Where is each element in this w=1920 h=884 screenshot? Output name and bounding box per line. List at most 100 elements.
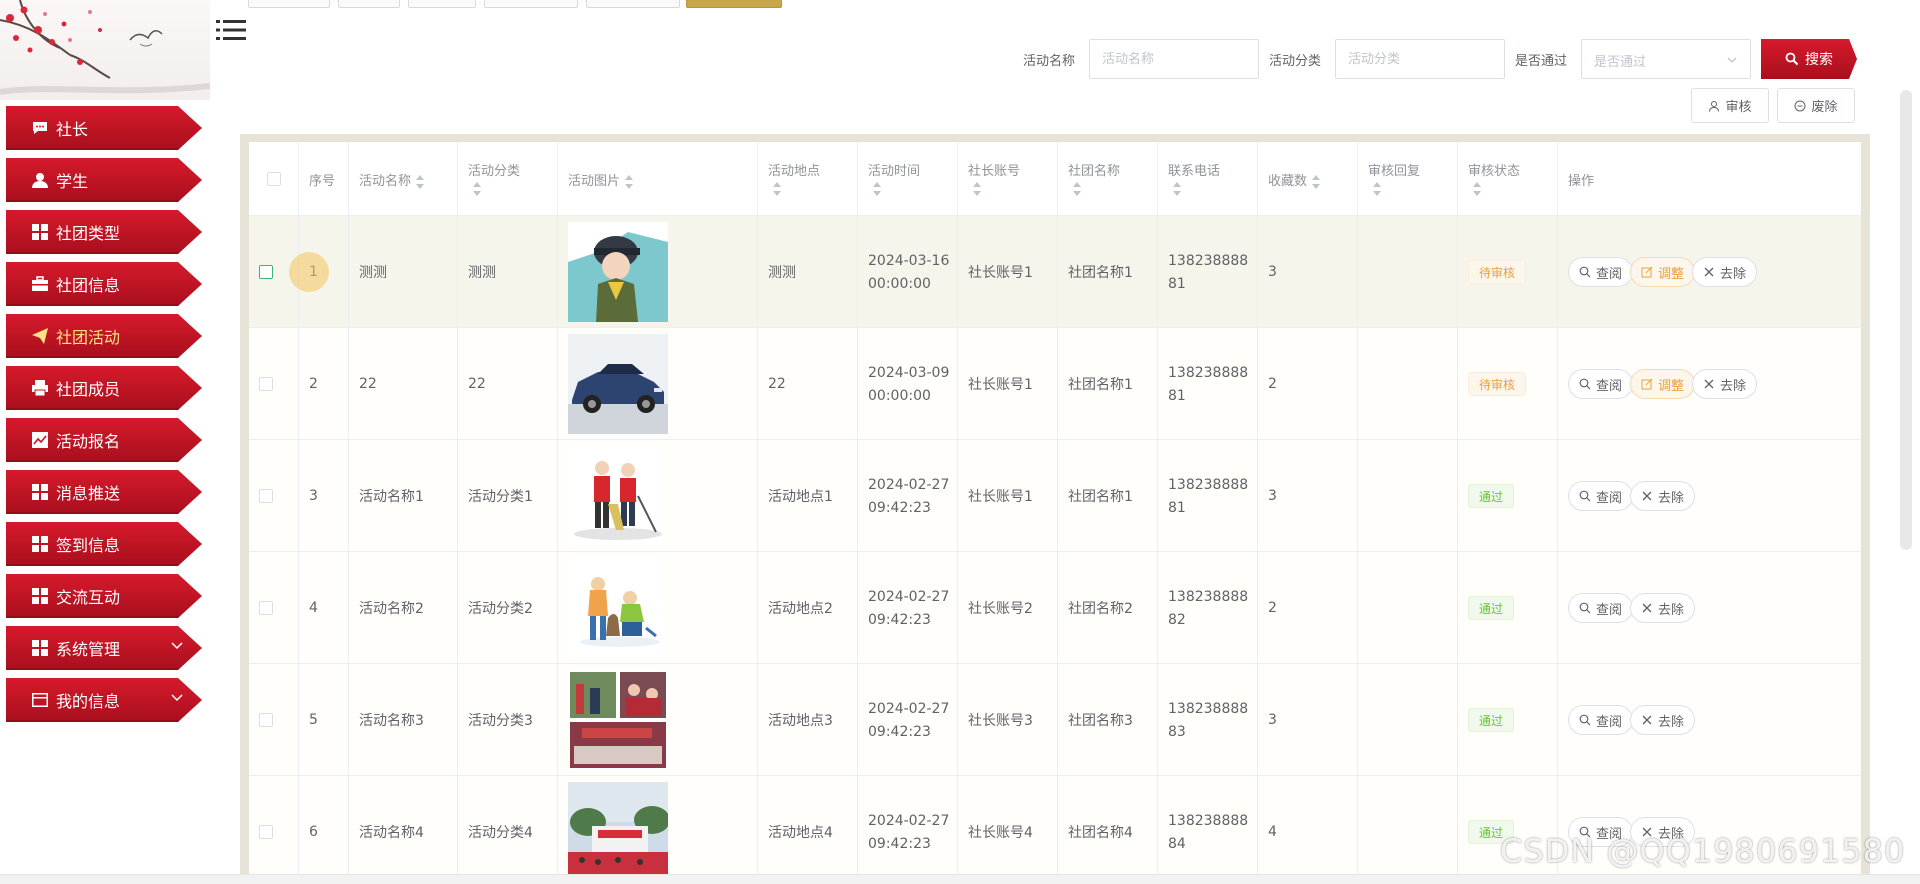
- column-header-index[interactable]: 序号: [299, 142, 349, 216]
- sidebar-item-club-info[interactable]: 社团信息: [6, 262, 202, 306]
- tags-view-tab[interactable]: [248, 0, 330, 8]
- row-phone-line1: 138238888: [1168, 813, 1249, 829]
- view-button[interactable]: 查阅: [1568, 369, 1634, 399]
- sidebar-item-club-type[interactable]: 社团类型: [6, 210, 202, 254]
- table-row[interactable]: 2 22 22 22 2024-03-09 00:00:00 社长账号1 社团名称…: [249, 328, 1861, 440]
- edit-icon: [1641, 378, 1653, 390]
- search-icon: [1579, 266, 1591, 278]
- row-checkbox[interactable]: [259, 377, 273, 391]
- review-button-label: 审核: [1725, 100, 1752, 115]
- view-button[interactable]: 查阅: [1568, 705, 1634, 735]
- search-icon: [1579, 490, 1591, 502]
- row-activity-date: 2024-02-27: [868, 701, 950, 717]
- volunteers-cleaning-image[interactable]: [568, 446, 668, 546]
- delete-button[interactable]: 去除: [1630, 705, 1696, 735]
- tags-view-tab[interactable]: [338, 0, 400, 8]
- tags-view-tab[interactable]: [586, 0, 680, 8]
- sort-icon[interactable]: [972, 182, 982, 196]
- sort-icon[interactable]: [772, 182, 782, 196]
- sidebar-item-activity-signup[interactable]: 活动报名: [6, 418, 202, 462]
- sidebar-item-label: 交流互动: [56, 588, 121, 607]
- approved-select[interactable]: 是否通过: [1581, 39, 1751, 79]
- row-phone-line1: 138238888: [1168, 701, 1249, 717]
- view-button-label: 查阅: [1596, 266, 1623, 282]
- blue-car-image[interactable]: [568, 334, 668, 434]
- edit-button[interactable]: 调整: [1630, 257, 1696, 287]
- delete-button[interactable]: 去除: [1630, 481, 1696, 511]
- column-header-review-reply[interactable]: 审核回复: [1358, 142, 1458, 216]
- row-checkbox[interactable]: [259, 825, 273, 839]
- sort-icon[interactable]: [1372, 182, 1382, 196]
- row-activity-name: 活动名称2: [359, 601, 424, 617]
- row-checkbox[interactable]: [259, 489, 273, 503]
- sort-icon[interactable]: [472, 182, 482, 196]
- column-header-activity-time[interactable]: 活动时间: [858, 142, 958, 216]
- sort-icon[interactable]: [415, 174, 425, 189]
- delete-button[interactable]: 去除: [1692, 257, 1758, 287]
- sort-icon[interactable]: [1472, 182, 1482, 196]
- delete-button-label: 去除: [1658, 714, 1685, 730]
- view-button[interactable]: 查阅: [1568, 593, 1634, 623]
- column-title: 收藏数: [1268, 174, 1308, 189]
- activity-category-label: 活动分类: [1269, 54, 1322, 69]
- sidebar-item-message-push[interactable]: 消息推送: [6, 470, 202, 514]
- view-button-label: 查阅: [1596, 602, 1623, 618]
- row-index: 3: [309, 488, 318, 504]
- view-button[interactable]: 查阅: [1568, 257, 1634, 287]
- activity-category-input[interactable]: [1335, 39, 1505, 79]
- search-button[interactable]: 搜索: [1761, 39, 1857, 79]
- status-badge: 通过: [1468, 708, 1515, 732]
- tags-view-tab[interactable]: [408, 0, 476, 8]
- chart-icon: [32, 432, 48, 448]
- edit-button[interactable]: 调整: [1630, 369, 1696, 399]
- column-header-president-account[interactable]: 社长账号: [958, 142, 1058, 216]
- row-president-account: 社长账号3: [968, 713, 1033, 729]
- tags-view-tab-active[interactable]: [686, 0, 782, 8]
- vertical-scrollbar[interactable]: [1900, 90, 1912, 550]
- column-header-activity-name[interactable]: 活动名称: [349, 142, 458, 216]
- volunteers-cartoon-image[interactable]: [568, 558, 668, 658]
- row-checkbox[interactable]: [259, 265, 273, 279]
- delete-button[interactable]: 去除: [1630, 593, 1696, 623]
- review-button[interactable]: 审核: [1691, 88, 1769, 123]
- cartoon-boy-cap-image[interactable]: [568, 222, 668, 322]
- hamburger-menu-icon[interactable]: [216, 18, 246, 42]
- column-header-activity-image[interactable]: 活动图片: [558, 142, 758, 216]
- sidebar-item-my-info[interactable]: 我的信息: [6, 678, 202, 722]
- sidebar-item-communication[interactable]: 交流互动: [6, 574, 202, 618]
- table-row[interactable]: 5 活动名称3 活动分类3 活动地点3 2024-02-27 09:42:23 社…: [249, 664, 1861, 776]
- sort-icon[interactable]: [1311, 174, 1321, 189]
- view-button[interactable]: 查阅: [1568, 481, 1634, 511]
- approved-label: 是否通过: [1515, 54, 1568, 69]
- activity-name-input[interactable]: [1089, 39, 1259, 79]
- sort-icon[interactable]: [872, 182, 882, 196]
- row-checkbox[interactable]: [259, 713, 273, 727]
- header-select-all-cell: [249, 142, 299, 216]
- sort-icon[interactable]: [1172, 182, 1182, 196]
- column-header-review-status[interactable]: 审核状态: [1458, 142, 1558, 216]
- outdoor-event-stage-image[interactable]: [568, 782, 668, 882]
- sort-icon[interactable]: [624, 174, 634, 189]
- event-photo-collage-image[interactable]: [568, 670, 668, 770]
- delete-button[interactable]: 去除: [1692, 369, 1758, 399]
- table-row[interactable]: 1 测测 测测 测测 2024-03-1600:00:00 社长账号1 社团名称…: [249, 216, 1861, 328]
- select-all-checkbox[interactable]: [267, 172, 281, 186]
- table-row[interactable]: 3 活动名称1 活动分类1 活动地点1 2024-02-27 09:42:23 社…: [249, 440, 1861, 552]
- sidebar-item-club-activity[interactable]: 社团活动: [6, 314, 202, 358]
- sidebar-item-student[interactable]: 学生: [6, 158, 202, 202]
- tags-view-tab[interactable]: [484, 0, 578, 8]
- sidebar-item-club-member[interactable]: 社团成员: [6, 366, 202, 410]
- sidebar-item-president[interactable]: 社长: [6, 106, 202, 150]
- sort-icon[interactable]: [1072, 182, 1082, 196]
- row-checkbox[interactable]: [259, 601, 273, 615]
- column-header-activity-category[interactable]: 活动分类: [458, 142, 558, 216]
- sidebar-item-system-management[interactable]: 系统管理: [6, 626, 202, 670]
- row-phone-line2: 81: [1168, 276, 1186, 292]
- discard-button[interactable]: 废除: [1777, 88, 1855, 123]
- table-row[interactable]: 4 活动名称2 活动分类2 活动地点2 2024-02-27 09:42:23 社…: [249, 552, 1861, 664]
- column-header-favorites[interactable]: 收藏数: [1258, 142, 1358, 216]
- column-header-club-name[interactable]: 社团名称: [1058, 142, 1158, 216]
- sidebar-item-checkin-info[interactable]: 签到信息: [6, 522, 202, 566]
- column-header-phone[interactable]: 联系电话: [1158, 142, 1258, 216]
- column-header-activity-place[interactable]: 活动地点: [758, 142, 858, 216]
